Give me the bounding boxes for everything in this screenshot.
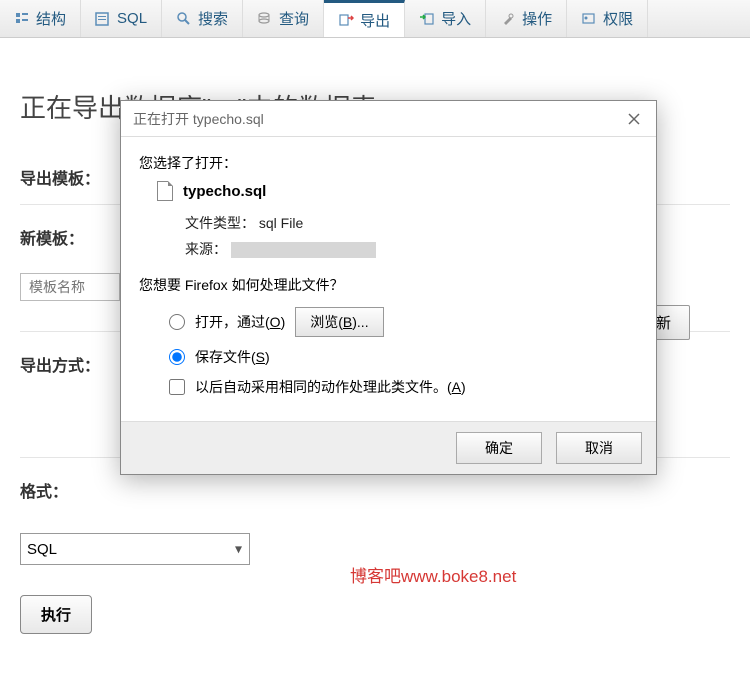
tab-label: 查询 [279,8,309,29]
tab-label: 权限 [603,8,633,29]
tab-label: 导出 [360,10,390,31]
file-type-row: 文件类型： sql File [185,213,638,233]
chose-open-text: 您选择了打开： [139,153,638,173]
tab-structure[interactable]: 结构 [0,0,81,37]
save-file-label: 保存文件(S) [195,347,270,367]
search-icon [176,11,192,27]
tab-search[interactable]: 搜索 [162,0,243,37]
query-icon [257,11,273,27]
ok-button[interactable]: 确定 [456,432,542,464]
tab-export[interactable]: 导出 [324,0,405,37]
format-label: 格式： [20,478,730,502]
import-icon [419,11,435,27]
structure-icon [14,11,30,27]
execute-button[interactable]: 执行 [20,595,92,634]
watermark-text: 博客吧www.boke8.net [350,562,516,587]
remember-checkbox[interactable] [169,379,185,395]
template-name-input[interactable] [20,273,120,301]
file-source-row: 来源： [185,239,638,259]
tab-sql[interactable]: SQL [81,0,162,37]
file-name: typecho.sql [183,183,266,200]
save-file-radio[interactable] [169,349,185,365]
format-select[interactable]: SQL [20,533,250,565]
operations-icon [500,11,516,27]
close-icon[interactable] [624,109,644,129]
remember-label: 以后自动采用相同的动作处理此类文件。(A) [195,377,466,397]
tab-label: 操作 [522,8,552,29]
sql-icon [95,11,111,27]
tab-operations[interactable]: 操作 [486,0,567,37]
tab-query[interactable]: 查询 [243,0,324,37]
privileges-icon [581,11,597,27]
tab-privileges[interactable]: 权限 [567,0,648,37]
dialog-titlebar: 正在打开 typecho.sql [121,101,656,137]
tab-bar: 结构 SQL 搜索 查询 导出 导入 操作 权限 [0,0,750,38]
tab-label: 搜索 [198,8,228,29]
open-with-label: 打开，通过(O) [195,312,285,332]
cancel-button[interactable]: 取消 [556,432,642,464]
export-icon [338,12,354,28]
browse-button[interactable]: 浏览(B)... [295,307,383,337]
tab-label: SQL [117,10,147,27]
dialog-title-text: 正在打开 typecho.sql [133,109,264,129]
tab-label: 结构 [36,8,66,29]
download-dialog: 正在打开 typecho.sql 您选择了打开： typecho.sql 文件类… [120,100,657,475]
file-icon [157,181,173,201]
tab-label: 导入 [441,8,471,29]
dialog-footer: 确定 取消 [121,421,656,474]
tab-import[interactable]: 导入 [405,0,486,37]
dialog-prompt: 您想要 Firefox 如何处理此文件？ [139,275,638,295]
open-with-radio[interactable] [169,314,185,330]
